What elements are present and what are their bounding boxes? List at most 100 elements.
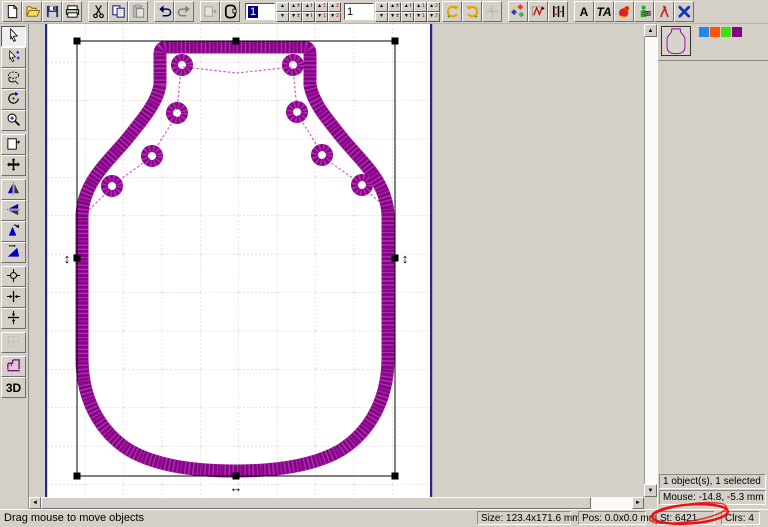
hscroll-thumb[interactable] [41, 497, 591, 509]
sew-simulator-button[interactable] [1, 356, 26, 377]
spin-down-button[interactable]: ▼ [276, 12, 289, 22]
spin-up-button[interactable]: ▲± [289, 2, 302, 12]
spin-up-button[interactable]: ▲1 [414, 2, 427, 12]
vertical-scrollbar[interactable]: ▲ ▼ [644, 24, 657, 497]
skew-button[interactable] [1, 242, 26, 263]
design-thumbnail[interactable] [661, 26, 691, 56]
selection-handle[interactable] [392, 38, 399, 45]
align-v-button[interactable] [1, 308, 26, 329]
thread-color-swatch[interactable] [732, 27, 742, 37]
hoop-icon [223, 4, 238, 19]
outline-grid-icon [6, 334, 21, 352]
select-button[interactable] [1, 26, 26, 47]
text-button[interactable]: A [574, 1, 594, 22]
cut-button[interactable] [88, 1, 108, 22]
spin-down-button[interactable]: ▼1 [315, 12, 328, 22]
digitize-figure-button[interactable] [634, 1, 654, 22]
edit-nodes-button[interactable] [1, 47, 26, 68]
thread-color-swatch[interactable] [699, 27, 709, 37]
thread-color-swatch[interactable] [721, 27, 731, 37]
selection-handle[interactable] [74, 38, 81, 45]
spin-up-button[interactable]: ▲± [388, 2, 401, 12]
scroll-up-button[interactable]: ▲ [644, 24, 657, 37]
scroll-down-button[interactable]: ▼ [644, 484, 657, 497]
spin-down-button[interactable]: ▼± [289, 12, 302, 22]
print-icon [65, 4, 80, 19]
palette-star-button[interactable] [508, 1, 528, 22]
rotate-cw-button[interactable] [462, 1, 482, 22]
spin-up-button[interactable]: ▲2 [328, 2, 341, 12]
mirror-v-button[interactable] [1, 200, 26, 221]
redo-icon [177, 4, 192, 19]
spin-up-button[interactable]: ▲I [302, 2, 315, 12]
spin-up-button[interactable]: ▲I [401, 2, 414, 12]
mouse-position-info: Mouse: -14.8, -5.3 mm [659, 490, 766, 505]
close-button[interactable] [674, 1, 694, 22]
save-button[interactable] [42, 1, 62, 22]
hoop-button[interactable] [220, 1, 240, 22]
canvas-area: ↕ ↕ ↔ ▲ ▼ ◄ ► [29, 24, 657, 509]
spin-down-button[interactable]: ▼I [302, 12, 315, 22]
applique-bird-button[interactable] [614, 1, 634, 22]
rotate-ccw-button[interactable] [442, 1, 462, 22]
page-setup-button[interactable] [1, 134, 26, 155]
paste-icon [131, 4, 146, 19]
selection-handle[interactable] [392, 255, 399, 262]
zoom-button[interactable] [1, 110, 26, 131]
scroll-left-button[interactable]: ◄ [29, 497, 41, 509]
density-bars-button[interactable] [548, 1, 568, 22]
spin-down-button[interactable]: ▼I [401, 12, 414, 22]
undo-button[interactable] [154, 1, 174, 22]
selection-handle[interactable] [74, 255, 81, 262]
mirror-v-icon [6, 202, 21, 220]
thread-color-swatch[interactable] [710, 27, 720, 37]
thread-tools-button[interactable] [654, 1, 674, 22]
redo-button [174, 1, 194, 22]
spin-down-button[interactable]: ▼2 [427, 12, 440, 22]
lasso-button[interactable] [1, 68, 26, 89]
objects-info: 1 object(s), 1 selected [659, 474, 766, 489]
text-art-button[interactable]: TA [594, 1, 614, 22]
selection-handle[interactable] [233, 38, 240, 45]
toolbox: 3D [0, 24, 29, 509]
center-button[interactable] [1, 266, 26, 287]
horizontal-scrollbar[interactable]: ◄ ► [29, 497, 644, 509]
print-button[interactable] [62, 1, 82, 22]
spin-down-button[interactable]: ▼ [375, 12, 388, 22]
page-setup-icon [6, 136, 21, 154]
repeat-y-input[interactable]: 1 [344, 3, 374, 20]
mirror-h-button[interactable] [1, 179, 26, 200]
applique-bird-icon [617, 4, 632, 19]
new-button[interactable] [2, 1, 22, 22]
spin-up-button[interactable]: ▲ [375, 2, 388, 12]
spin-down-button[interactable]: ▼2 [328, 12, 341, 22]
rotate-button[interactable] [1, 89, 26, 110]
move-button[interactable] [1, 155, 26, 176]
copy-button[interactable] [108, 1, 128, 22]
open-button[interactable] [22, 1, 42, 22]
design-canvas[interactable]: ↕ ↕ ↔ [29, 24, 657, 498]
app-window: 1 ▲▼▲±▼±▲I▼I▲1▼1▲2▼2 1 ▲▼▲±▼±▲I▼I▲1▼1▲2▼… [0, 0, 768, 527]
spin-up-button[interactable]: ▲1 [315, 2, 328, 12]
resize-cursor-bottom: ↔ [230, 480, 243, 495]
scroll-right-button[interactable]: ► [632, 497, 644, 509]
spin-down-button[interactable]: ▼± [388, 12, 401, 22]
rotate-90-button[interactable] [1, 221, 26, 242]
spin-up-button[interactable]: ▲2 [427, 2, 440, 12]
stitch-flow-icon [531, 4, 546, 19]
page-left-edge [45, 24, 47, 498]
status-stitch-count: St: 6421 [656, 511, 715, 525]
thumbnail-outline-icon [662, 27, 690, 55]
palette-star-icon [511, 4, 526, 19]
right-panel: 1 object(s), 1 selected Mouse: -14.8, -5… [657, 24, 768, 509]
spin-up-button[interactable]: ▲ [276, 2, 289, 12]
selection-handle[interactable] [233, 473, 240, 480]
spin-down-button[interactable]: ▼1 [414, 12, 427, 22]
selection-handle[interactable] [392, 473, 399, 480]
align-h-button[interactable] [1, 287, 26, 308]
stitch-flow-button[interactable] [528, 1, 548, 22]
selection-handle[interactable] [74, 473, 81, 480]
resize-cursor-left: ↕ [64, 251, 71, 266]
repeat-x-input[interactable]: 1 [245, 3, 275, 20]
view-3d-button[interactable]: 3D [1, 377, 26, 398]
